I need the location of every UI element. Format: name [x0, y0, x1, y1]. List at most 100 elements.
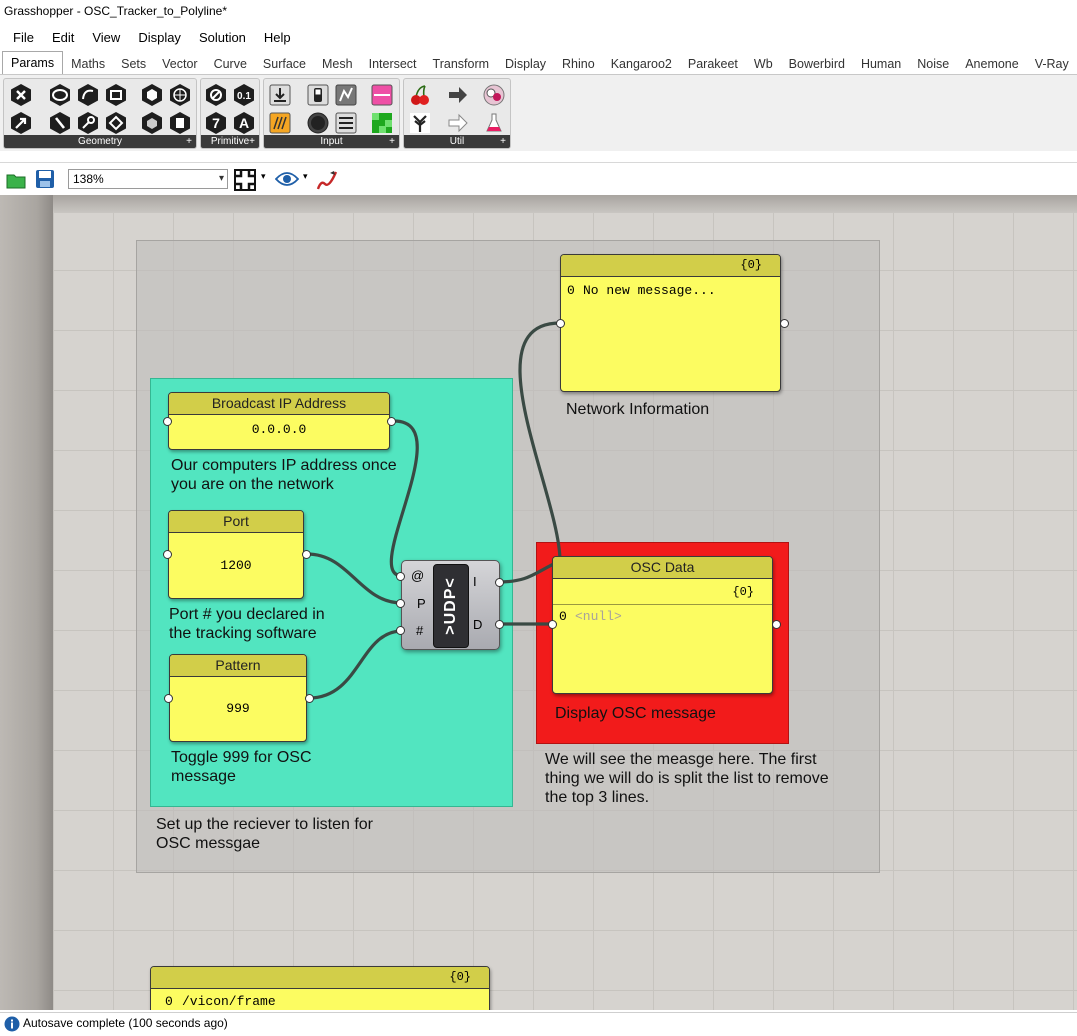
input-grip[interactable]	[556, 319, 565, 328]
menu-display[interactable]: Display	[129, 26, 190, 50]
output-grip[interactable]	[302, 550, 311, 559]
menu-help[interactable]: Help	[255, 26, 300, 50]
menu-view[interactable]: View	[83, 26, 129, 50]
ribbon-group-label[interactable]: Input+	[264, 135, 399, 148]
number-slider-icon[interactable]	[268, 111, 292, 135]
graph-mapper-icon[interactable]	[334, 83, 358, 107]
panel-value: <null>	[575, 609, 622, 624]
udp-receiver-component[interactable]: @ P # >UDP< I D	[401, 560, 500, 650]
ribbon-group-label[interactable]: Util+	[404, 135, 510, 148]
tree-icon[interactable]	[408, 111, 432, 135]
output-grip[interactable]	[387, 417, 396, 426]
menu-solution[interactable]: Solution	[190, 26, 255, 50]
output-grip[interactable]	[780, 319, 789, 328]
ribbon-group-label[interactable]: Geometry+	[4, 135, 196, 148]
frame-data-panel[interactable]: {0} 0 /vicon/frame	[150, 966, 490, 1010]
chevron-down-icon[interactable]: ▾	[261, 171, 266, 182]
brep-param-icon[interactable]	[140, 111, 164, 135]
udp-input-grip-pattern[interactable]	[396, 626, 405, 635]
data-input-icon[interactable]	[446, 111, 470, 135]
udp-input-grip-port[interactable]	[396, 599, 405, 608]
input-grip[interactable]	[163, 417, 172, 426]
plane-param-icon[interactable]	[104, 111, 128, 135]
surface-param-icon[interactable]	[104, 83, 128, 107]
box-param-icon[interactable]	[140, 83, 164, 107]
cherry-picker-icon[interactable]	[408, 83, 432, 107]
menu-file[interactable]: File	[4, 26, 43, 50]
toggle-icon[interactable]	[306, 83, 330, 107]
tab-curve[interactable]: Curve	[206, 54, 255, 74]
osc-data-panel[interactable]: OSC Data {0} 0 <null>	[552, 556, 773, 694]
vector-param-icon[interactable]	[9, 111, 33, 135]
save-icon[interactable]	[34, 168, 56, 190]
note-line: the tracking software	[169, 624, 325, 643]
tab-transform[interactable]: Transform	[425, 54, 498, 74]
tab-human[interactable]: Human	[853, 54, 909, 74]
ip-address-param[interactable]: Broadcast IP Address 0.0.0.0	[168, 392, 390, 450]
udp-output-grip-info[interactable]	[495, 578, 504, 587]
port-param[interactable]: Port 1200	[168, 510, 304, 599]
output-grip[interactable]	[772, 620, 781, 629]
number-param-icon[interactable]: 0.1	[232, 83, 256, 107]
zoom-extents-icon[interactable]	[233, 168, 257, 192]
udp-name-block: >UDP<	[433, 564, 469, 648]
sketch-pen-icon[interactable]	[315, 168, 339, 192]
text-param-icon[interactable]: A	[232, 111, 256, 135]
button-input-icon[interactable]	[306, 111, 330, 135]
tab-noise[interactable]: Noise	[909, 54, 957, 74]
zoom-select[interactable]: 138%▾	[68, 169, 228, 189]
tab-params[interactable]: Params	[2, 51, 63, 74]
cluster-icon[interactable]	[482, 83, 506, 107]
import-data-icon[interactable]	[268, 83, 292, 107]
gradient-icon[interactable]	[370, 83, 394, 107]
integer-param-icon[interactable]: 7	[204, 111, 228, 135]
param-value[interactable]: 999	[170, 701, 306, 716]
menu-edit[interactable]: Edit	[43, 26, 83, 50]
output-grip[interactable]	[305, 694, 314, 703]
point-param-icon[interactable]	[76, 111, 100, 135]
boolean-param-icon[interactable]	[204, 83, 228, 107]
param-value[interactable]: 1200	[169, 558, 303, 573]
udp-output-grip-data[interactable]	[495, 620, 504, 629]
input-grip[interactable]	[163, 550, 172, 559]
tab-bowerbird[interactable]: Bowerbird	[781, 54, 853, 74]
ribbon-group-label[interactable]: Primitive+	[201, 135, 259, 148]
udp-input-grip-ip[interactable]	[396, 572, 405, 581]
canvas-toolbar: 138%▾ ▾ ▾	[0, 162, 1077, 195]
grasshopper-canvas[interactable]: {0} 0 No new message... Network Informat…	[0, 195, 1077, 1010]
network-info-panel[interactable]: {0} 0 No new message...	[560, 254, 781, 392]
colour-swatch-icon[interactable]	[370, 111, 394, 135]
tab-maths[interactable]: Maths	[63, 54, 113, 74]
data-output-icon[interactable]	[446, 83, 470, 107]
tab-wb[interactable]: Wb	[746, 54, 781, 74]
input-grip[interactable]	[548, 620, 557, 629]
chevron-down-icon[interactable]: ▾	[303, 171, 308, 182]
tab-sets[interactable]: Sets	[113, 54, 154, 74]
tab-display[interactable]: Display	[497, 54, 554, 74]
tab-rhino[interactable]: Rhino	[554, 54, 603, 74]
tab-mesh[interactable]: Mesh	[314, 54, 361, 74]
mesh-param-icon[interactable]	[168, 83, 192, 107]
preview-eye-icon[interactable]	[275, 170, 299, 188]
line-param-icon[interactable]	[48, 111, 72, 135]
canvas-top-edge	[53, 195, 1077, 213]
tab-vray[interactable]: V-Ray	[1027, 54, 1077, 74]
value-list-icon[interactable]	[334, 111, 358, 135]
tab-intersect[interactable]: Intersect	[361, 54, 425, 74]
ribbon-group-util: Util+	[403, 78, 511, 149]
input-grip[interactable]	[164, 694, 173, 703]
tab-vector[interactable]: Vector	[154, 54, 205, 74]
circle-param-icon[interactable]	[48, 83, 72, 107]
tab-surface[interactable]: Surface	[255, 54, 314, 74]
panel-value: No new message...	[583, 283, 716, 298]
geometry-param-icon[interactable]	[168, 111, 192, 135]
flask-icon[interactable]	[482, 111, 506, 135]
tab-parakeet[interactable]: Parakeet	[680, 54, 746, 74]
param-value[interactable]: 0.0.0.0	[169, 422, 389, 437]
open-file-icon[interactable]	[5, 169, 27, 191]
tab-kangaroo2[interactable]: Kangaroo2	[603, 54, 680, 74]
pattern-param[interactable]: Pattern 999	[169, 654, 307, 742]
tab-anemone[interactable]: Anemone	[957, 54, 1027, 74]
close-hex-icon[interactable]	[9, 83, 33, 107]
curve-param-icon[interactable]	[76, 83, 100, 107]
